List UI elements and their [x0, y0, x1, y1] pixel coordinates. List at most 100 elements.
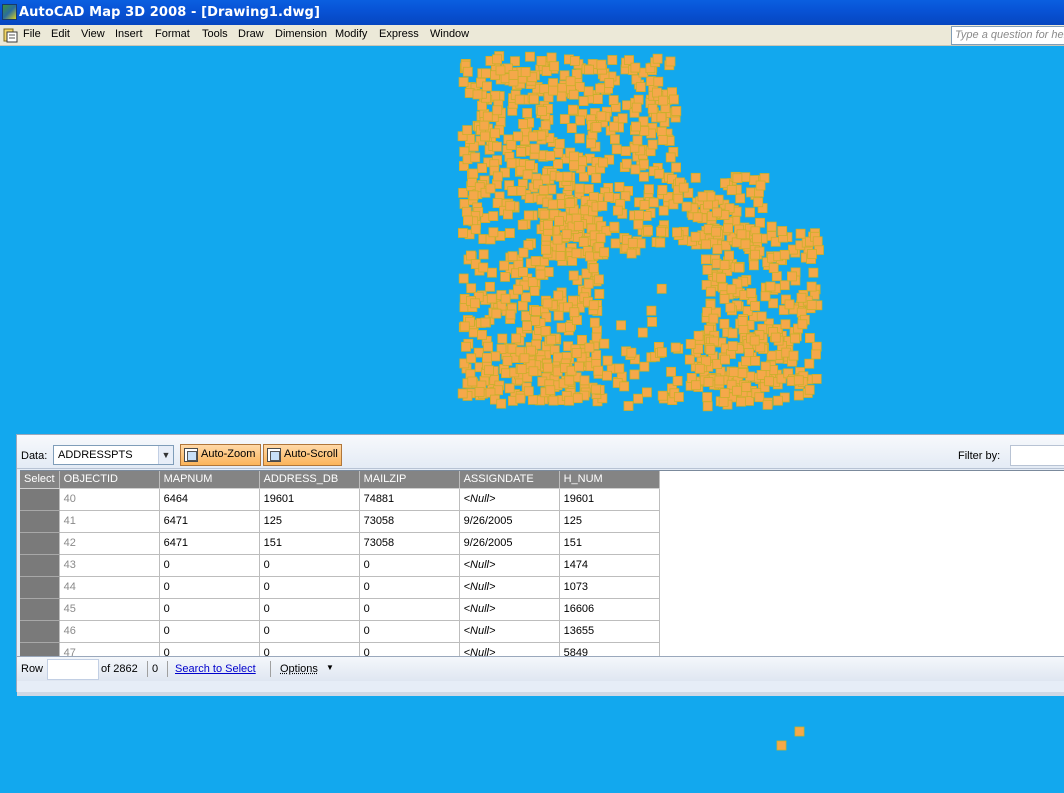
parcel-shape[interactable] — [728, 367, 739, 377]
parcel-shape[interactable] — [614, 363, 625, 374]
table-cell[interactable]: 6464 — [159, 488, 260, 511]
parcel-shape[interactable] — [553, 147, 564, 158]
parcel-shape[interactable] — [569, 151, 579, 162]
parcel-shape[interactable] — [553, 290, 564, 301]
parcel-shape[interactable] — [731, 237, 742, 248]
parcel-shape[interactable] — [655, 237, 666, 248]
parcel-shape[interactable] — [513, 131, 523, 142]
parcel-shape[interactable] — [736, 396, 746, 407]
parcel-shape[interactable] — [480, 131, 491, 142]
parcel-shape[interactable] — [719, 318, 730, 329]
parcel-shape[interactable] — [796, 292, 807, 303]
parcel-shape[interactable] — [513, 284, 523, 295]
menu-express[interactable]: Express — [379, 28, 419, 40]
parcel-shape[interactable] — [559, 114, 570, 124]
table-cell[interactable]: <Null> — [459, 598, 560, 621]
parcel-shape[interactable] — [750, 301, 760, 312]
table-cell[interactable]: 0 — [259, 576, 360, 599]
parcel-shape[interactable] — [760, 291, 771, 302]
parcel-shape[interactable] — [647, 139, 658, 150]
parcel-shape[interactable] — [462, 215, 473, 226]
parcel-shape[interactable] — [744, 347, 754, 358]
table-cell[interactable]: 74881 — [359, 488, 460, 511]
parcel-shape[interactable] — [518, 119, 528, 129]
parcel-shape[interactable] — [506, 158, 517, 169]
parcel-shape[interactable] — [579, 171, 589, 182]
parcel-shape[interactable] — [617, 113, 628, 124]
parcel-shape[interactable] — [564, 395, 575, 406]
parcel-shape[interactable] — [750, 249, 760, 260]
parcel-shape[interactable] — [461, 341, 471, 352]
parcel-shape[interactable] — [616, 320, 626, 331]
parcel-shape[interactable] — [741, 356, 751, 367]
parcel-shape[interactable] — [598, 157, 608, 168]
parcel-shape[interactable] — [790, 333, 800, 344]
table-cell[interactable]: 0 — [359, 554, 460, 577]
parcel-shape[interactable] — [633, 219, 644, 230]
parcel-shape[interactable] — [504, 383, 515, 394]
options-dropdown-icon[interactable]: ▼ — [326, 663, 334, 672]
parcel-shape[interactable] — [684, 354, 695, 365]
parcel-shape[interactable] — [612, 205, 623, 216]
parcel-shape[interactable] — [545, 151, 556, 161]
parcel-shape[interactable] — [584, 64, 594, 75]
parcel-shape[interactable] — [726, 185, 737, 196]
parcel-shape[interactable] — [557, 83, 568, 93]
parcel-shape[interactable] — [711, 226, 721, 237]
parcel-shape[interactable] — [712, 207, 722, 218]
parcel-shape[interactable] — [554, 216, 564, 227]
parcel-shape[interactable] — [621, 158, 632, 169]
parcel-shape[interactable] — [656, 226, 666, 237]
parcel-shape[interactable] — [546, 334, 557, 345]
parcel-shape[interactable] — [586, 138, 596, 149]
parcel-shape[interactable] — [468, 327, 479, 338]
parcel-shape[interactable] — [479, 120, 490, 131]
parcel-shape[interactable] — [487, 267, 497, 278]
parcel-shape[interactable] — [614, 182, 625, 192]
table-row[interactable]: 46 0 0 0 <Null> 13655 — [20, 620, 660, 643]
parcel-shape[interactable] — [574, 361, 584, 372]
parcel-shape[interactable] — [642, 387, 652, 398]
parcel-shape[interactable] — [607, 55, 618, 65]
parcel-shape[interactable] — [594, 274, 604, 285]
parcel-shape[interactable] — [779, 249, 790, 260]
parcel-shape[interactable] — [657, 347, 667, 358]
parcel-shape[interactable] — [737, 316, 748, 326]
options-menu-button[interactable]: Options — [280, 663, 318, 675]
table-cell[interactable]: 1073 — [559, 576, 660, 599]
parcel-shape[interactable] — [497, 333, 508, 344]
parcel-shape[interactable] — [705, 344, 716, 355]
parcel-shape[interactable] — [634, 210, 644, 221]
parcel-shape[interactable] — [457, 388, 468, 399]
parcel-shape[interactable] — [804, 358, 815, 369]
column-header[interactable]: H_NUM — [559, 471, 660, 489]
parcel-shape[interactable] — [753, 197, 764, 208]
parcel-shape[interactable] — [562, 171, 573, 182]
parcel-shape[interactable] — [459, 321, 470, 332]
table-cell[interactable]: 0 — [259, 642, 360, 656]
parcel-shape[interactable] — [585, 251, 595, 262]
parcel-shape[interactable] — [644, 184, 654, 195]
data-source-select[interactable]: ADDRESSPTS ▼ — [53, 445, 174, 465]
parcel-shape[interactable] — [519, 353, 530, 364]
parcel-shape[interactable] — [746, 288, 757, 299]
parcel-shape[interactable] — [593, 365, 604, 376]
parcel-shape[interactable] — [727, 341, 738, 352]
parcel-shape[interactable] — [765, 281, 776, 292]
parcel-shape[interactable] — [478, 249, 489, 260]
parcel-shape[interactable] — [529, 94, 539, 105]
parcel-shape[interactable] — [470, 152, 481, 163]
parcel-shape[interactable] — [771, 271, 782, 282]
menu-draw[interactable]: Draw — [238, 28, 264, 40]
parcel-shape[interactable] — [488, 211, 499, 222]
parcel-shape[interactable] — [595, 232, 606, 243]
parcel-shape[interactable] — [517, 300, 528, 311]
table-row[interactable]: 42 6471 151 73058 9/26/2005 151 — [20, 532, 660, 555]
help-search-input[interactable]: Type a question for help — [951, 26, 1064, 45]
parcel-shape[interactable] — [632, 135, 643, 146]
parcel-shape[interactable] — [779, 280, 790, 291]
table-cell[interactable]: 6471 — [159, 510, 260, 533]
parcel-shape[interactable] — [806, 300, 817, 311]
parcel-shape[interactable] — [652, 53, 663, 64]
menu-window[interactable]: Window — [430, 28, 469, 40]
